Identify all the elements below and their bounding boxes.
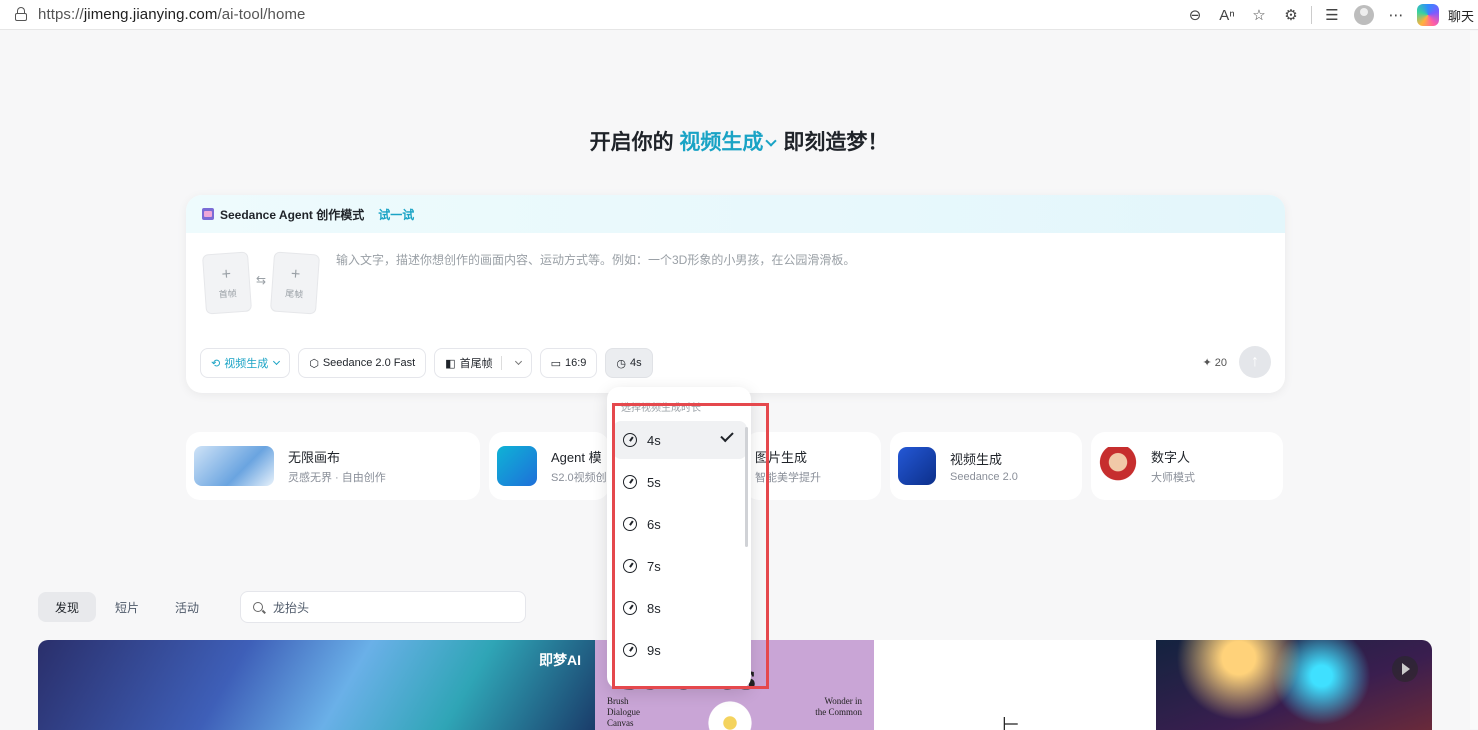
agent-mode-label: Seedance Agent 创作模式 bbox=[220, 207, 365, 222]
favorite-star-icon[interactable]: ☆ bbox=[1245, 1, 1273, 29]
gallery-card[interactable]: 即梦AI bbox=[38, 640, 595, 730]
lock-icon[interactable] bbox=[14, 7, 28, 21]
credits-counter: ✦ 20 bbox=[1202, 357, 1227, 369]
video-mode-icon: ⟲ bbox=[211, 357, 221, 370]
clock-icon: ◷ bbox=[616, 357, 627, 370]
mode-select[interactable]: ⟲ 视频生成 bbox=[200, 348, 291, 378]
clapperboard-icon bbox=[202, 208, 214, 220]
content-tabs: 发现 短片 活动 bbox=[38, 592, 218, 622]
tab-shorts[interactable]: 短片 bbox=[98, 592, 156, 622]
cube-icon: ⬡ bbox=[309, 357, 319, 370]
gallery-card[interactable]: ⊢ bbox=[874, 640, 1156, 730]
composer-card: Seedance Agent 创作模式 试一试 + 首帧 ⇆ + 尾帧 输入文字… bbox=[186, 195, 1285, 393]
tab-events[interactable]: 活动 bbox=[158, 592, 216, 622]
page-headline: 开启你的 视频生成 即刻造梦！ bbox=[589, 131, 889, 154]
frames-mode-select[interactable]: ◧ 首尾帧 bbox=[434, 348, 532, 378]
model-select[interactable]: ⬡ Seedance 2.0 Fast bbox=[298, 348, 427, 378]
search-icon bbox=[253, 602, 263, 612]
ratio-select[interactable]: ▭ 16:9 bbox=[539, 348, 598, 378]
copilot-icon[interactable] bbox=[1414, 1, 1442, 29]
last-frame-upload[interactable]: + 尾帧 bbox=[269, 251, 321, 315]
video-thumbnail bbox=[898, 447, 936, 485]
play-icon[interactable] bbox=[1392, 656, 1418, 682]
mode-switcher[interactable]: 视频生成 bbox=[679, 131, 783, 154]
digital-human-thumbnail bbox=[1099, 447, 1137, 485]
brand-logo: 即梦AI bbox=[539, 652, 581, 668]
chevron-down-icon bbox=[273, 357, 281, 366]
frame-layout-icon: ◧ bbox=[445, 357, 456, 370]
feature-card-video[interactable]: 视频生成 Seedance 2.0 bbox=[890, 432, 1082, 500]
chevron-down-icon bbox=[514, 357, 522, 366]
address-bar[interactable]: https://jimeng.jianying.com/ai-tool/home bbox=[6, 2, 1268, 26]
arrow-up-icon: ↑ bbox=[1251, 353, 1259, 370]
gallery-card[interactable] bbox=[1156, 640, 1432, 730]
duration-select[interactable]: ◷ 4s bbox=[605, 348, 653, 378]
agent-thumbnail bbox=[497, 446, 537, 486]
prompt-input[interactable]: 输入文字，描述你想创作的画面内容、运动方式等。例如：一个3D形象的小男孩，在公园… bbox=[336, 251, 855, 268]
first-frame-upload[interactable]: + 首帧 bbox=[201, 251, 253, 315]
aspect-ratio-icon: ▭ bbox=[550, 357, 561, 370]
chevron-down-icon bbox=[765, 135, 778, 148]
extensions-icon[interactable]: ⚙ bbox=[1277, 1, 1305, 29]
annotation-highlight-box bbox=[612, 403, 769, 689]
glyph-art: ⊢ bbox=[1002, 714, 1020, 730]
more-menu-icon[interactable]: ⋯ bbox=[1382, 1, 1410, 29]
feature-card-agent[interactable]: Agent 模 S2.0视频创 bbox=[489, 432, 609, 500]
feature-card-avatar[interactable]: 数字人 大师模式 bbox=[1091, 432, 1283, 500]
send-button[interactable]: ↑ bbox=[1239, 346, 1271, 378]
browser-toolbar: https://jimeng.jianying.com/ai-tool/home… bbox=[0, 0, 1478, 30]
canvas-thumbnail bbox=[194, 446, 274, 486]
favorites-list-icon[interactable]: ☰ bbox=[1318, 1, 1346, 29]
plus-icon: + bbox=[290, 265, 301, 283]
url-text[interactable]: https://jimeng.jianying.com/ai-tool/home bbox=[38, 6, 305, 23]
zoom-icon[interactable]: ⊖ bbox=[1181, 1, 1209, 29]
feature-card-canvas[interactable]: 无限画布 灵感无界 · 自由创作 bbox=[186, 432, 480, 500]
read-aloud-icon[interactable]: Aⁿ bbox=[1213, 1, 1241, 29]
chat-label[interactable]: 聊天 bbox=[1448, 6, 1474, 25]
flower-illustration bbox=[705, 698, 755, 730]
agent-try-link[interactable]: 试一试 bbox=[378, 206, 414, 223]
tab-discover[interactable]: 发现 bbox=[38, 592, 97, 622]
agent-banner: Seedance Agent 创作模式 试一试 bbox=[186, 195, 1285, 233]
search-input[interactable]: 龙抬头 bbox=[240, 591, 526, 623]
swap-icon[interactable]: ⇆ bbox=[256, 273, 266, 287]
plus-icon: + bbox=[221, 265, 232, 283]
profile-icon[interactable] bbox=[1350, 1, 1378, 29]
